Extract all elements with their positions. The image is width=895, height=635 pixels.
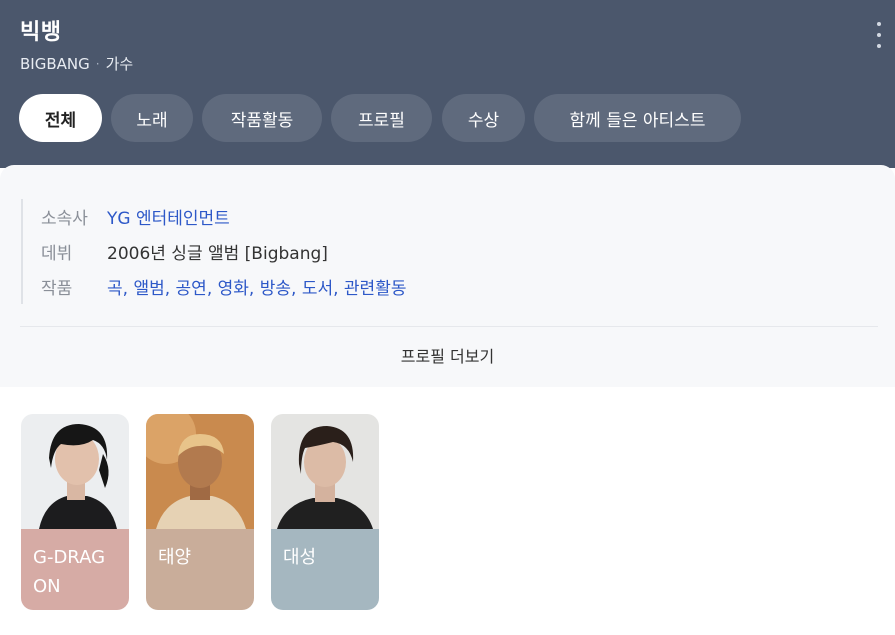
member-photo xyxy=(271,414,379,529)
profile-more-button[interactable]: 프로필 더보기 xyxy=(0,343,895,367)
works-link[interactable]: 곡 xyxy=(107,279,123,299)
tab-profile[interactable]: 프로필 xyxy=(331,94,432,142)
works-link[interactable]: 공연 xyxy=(176,279,207,299)
works-separator: , xyxy=(122,279,134,299)
artist-subtitle: BIGBANG · 가수 xyxy=(20,53,133,74)
tab-awards[interactable]: 수상 xyxy=(442,94,525,142)
artist-title: 빅뱅 xyxy=(20,20,62,45)
more-vertical-icon[interactable] xyxy=(872,22,886,48)
works-label: 작품 xyxy=(41,279,73,299)
subtitle-separator: · xyxy=(95,56,100,71)
debut-row: 데뷔 2006년 싱글 앨범 [Bigbang] xyxy=(41,234,621,269)
works-row: 작품 곡, 앨범, 공연, 영화, 방송, 도서, 관련활동 xyxy=(41,269,621,304)
works-link[interactable]: 영화 xyxy=(218,279,249,299)
member-card-taeyang[interactable]: 태양 xyxy=(146,414,254,610)
debut-label: 데뷔 xyxy=(41,244,73,264)
debut-value: 2006년 싱글 앨범 [Bigbang] xyxy=(107,244,328,264)
agency-label: 소속사 xyxy=(41,209,88,229)
agency-row: 소속사 YG 엔터테인먼트 xyxy=(41,199,621,234)
member-card-gdragon[interactable]: G-DRAGON xyxy=(21,414,129,610)
profile-panel: 소속사 YG 엔터테인먼트 데뷔 2006년 싱글 앨범 [Bigbang] 작… xyxy=(0,165,895,387)
member-name: 대성 xyxy=(271,529,379,610)
works-link[interactable]: 도서 xyxy=(302,279,333,299)
member-name: 태양 xyxy=(146,529,254,610)
profile-info: 소속사 YG 엔터테인먼트 데뷔 2006년 싱글 앨범 [Bigbang] 작… xyxy=(21,199,621,304)
member-name: G-DRAGON xyxy=(21,529,129,610)
works-links: 곡, 앨범, 공연, 영화, 방송, 도서, 관련활동 xyxy=(107,274,406,299)
works-link[interactable]: 관련활동 xyxy=(344,279,407,299)
works-link[interactable]: 앨범 xyxy=(133,279,164,299)
tab-songs[interactable]: 노래 xyxy=(111,94,193,142)
artist-name-en: BIGBANG xyxy=(20,54,90,73)
works-separator: , xyxy=(333,279,344,299)
artist-header: 빅뱅 BIGBANG · 가수 전체 노래 작품활동 프로필 수상 함께 들은 … xyxy=(0,0,895,168)
works-link[interactable]: 방송 xyxy=(260,279,291,299)
divider xyxy=(20,326,878,327)
tab-all[interactable]: 전체 xyxy=(19,94,102,142)
artist-role: 가수 xyxy=(105,55,134,73)
works-separator: , xyxy=(248,279,260,299)
agency-link[interactable]: YG 엔터테인먼트 xyxy=(107,204,230,229)
works-separator: , xyxy=(164,279,176,299)
member-photo xyxy=(21,414,129,529)
tab-works[interactable]: 작품활동 xyxy=(202,94,322,142)
works-separator: , xyxy=(206,279,218,299)
member-photo xyxy=(146,414,254,529)
member-card-daesung[interactable]: 대성 xyxy=(271,414,379,610)
works-separator: , xyxy=(291,279,302,299)
tab-related-artists[interactable]: 함께 들은 아티스트 xyxy=(534,94,741,142)
